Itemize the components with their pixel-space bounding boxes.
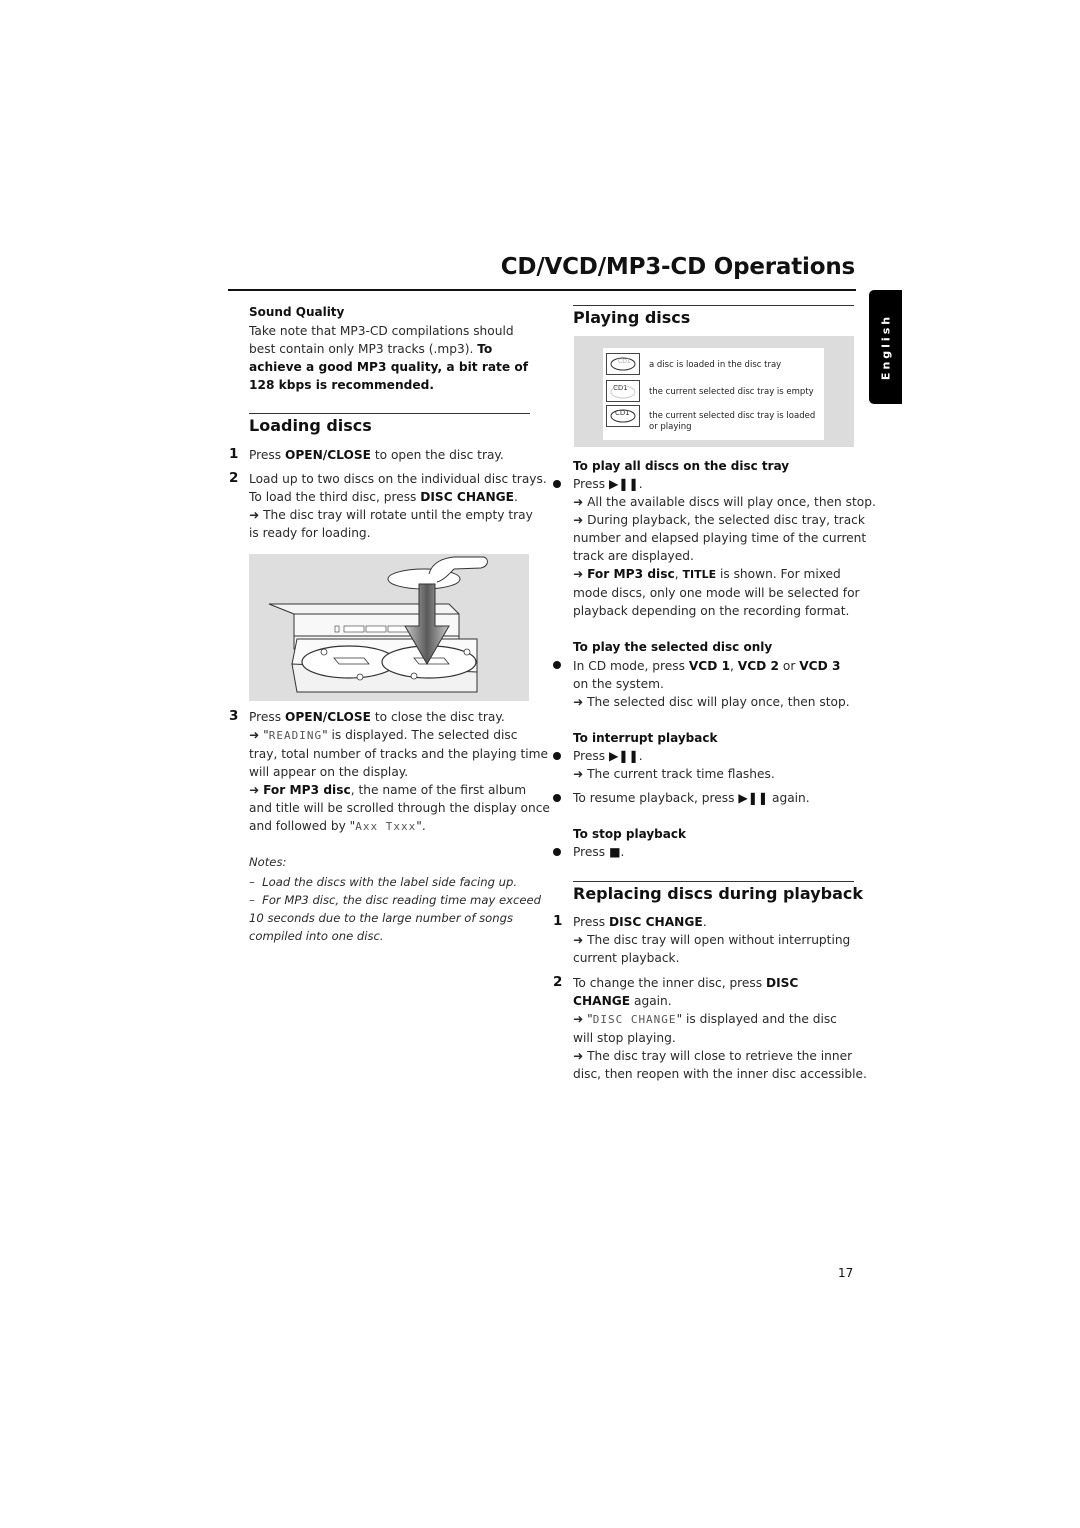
- lcd-disc-change-text: DISC CHANGE: [592, 1013, 677, 1026]
- arrow-icon: ➜: [573, 567, 584, 581]
- section-rule: [573, 881, 854, 882]
- page-number: 17: [838, 1266, 854, 1280]
- replacing-step-2: To change the inner disc, press DISC CHA…: [573, 976, 867, 1081]
- bullet-icon: [553, 752, 561, 760]
- notes-label: Notes:: [249, 855, 287, 869]
- play-all-heading: To play all discs on the disc tray: [573, 459, 790, 473]
- loading-step-1: Press OPEN/CLOSE to open the disc tray.: [249, 448, 504, 462]
- arrow-icon: ➜: [249, 508, 260, 522]
- disc-loading-illustration: [249, 554, 529, 701]
- bullet-icon: [553, 794, 561, 802]
- sound-quality-heading: Sound Quality: [249, 305, 345, 319]
- loading-discs-heading: Loading discs: [249, 416, 372, 435]
- bullet-icon: [553, 661, 561, 669]
- section-rule: [573, 305, 854, 306]
- step-number: 1: [553, 913, 563, 929]
- arrow-icon: ➜: [249, 728, 260, 742]
- sq-line: Take note that MP3-CD compilations shoul…: [249, 324, 514, 338]
- stop-instruction: Press ■.: [573, 845, 625, 859]
- title-rule: [228, 289, 856, 291]
- arrow-icon: ➜: [573, 695, 584, 709]
- cd1-disc-loaded-icon: CD1: [606, 353, 640, 375]
- arrow-icon: ➜: [573, 495, 584, 509]
- playing-discs-heading: Playing discs: [573, 308, 691, 327]
- bullet-icon: [553, 480, 561, 488]
- stop-heading: To stop playback: [573, 827, 686, 841]
- sq-line-bold: 128 kbps is recommended.: [249, 378, 434, 392]
- replacing-step-1: Press DISC CHANGE. ➜ The disc tray will …: [573, 915, 851, 965]
- arrow-icon: ➜: [573, 933, 584, 947]
- play-selected-heading: To play the selected disc only: [573, 640, 773, 654]
- loading-step-2: Load up to two discs on the individual d…: [249, 472, 547, 540]
- section-rule: [249, 413, 530, 414]
- cd-tray-drawing: [268, 556, 488, 693]
- interrupt-instructions: Press ▶❚❚. ➜ The current track time flas…: [573, 749, 775, 781]
- notes: Notes: – Load the discs with the label s…: [249, 855, 541, 943]
- play-pause-icon: ▶❚❚: [608, 477, 639, 491]
- sq-line-bold: achieve a good MP3 quality, a bit rate o…: [249, 360, 529, 374]
- cd1-loaded-playing-icon: CD1: [606, 405, 640, 427]
- sq-line: best contain only MP3 tracks (.mp3). To: [249, 342, 493, 356]
- arrow-icon: ➜: [573, 1012, 584, 1026]
- cd1-empty-icon: CD1: [606, 380, 640, 402]
- stop-icon: ■: [608, 845, 621, 859]
- loading-step-3: Press OPEN/CLOSE to close the disc tray.…: [249, 710, 550, 833]
- interrupt-heading: To interrupt playback: [573, 731, 718, 745]
- language-tab-label: English: [879, 313, 892, 381]
- play-all-instructions: Press ▶❚❚. ➜ All the available discs wil…: [573, 477, 876, 618]
- play-pause-icon: ▶❚❚: [738, 791, 769, 805]
- lcd-axx-text: Axx Txxx: [355, 820, 417, 833]
- language-tab: English: [869, 290, 902, 404]
- note-item: Load the discs with the label side facin…: [262, 875, 518, 889]
- arrow-icon: ➜: [573, 513, 584, 527]
- page-title: CD/VCD/MP3-CD Operations: [500, 254, 855, 280]
- bullet-icon: [553, 848, 561, 856]
- step-number: 2: [229, 470, 239, 486]
- arrow-icon: ➜: [573, 767, 584, 781]
- svg-text:CD1: CD1: [613, 384, 628, 392]
- play-pause-icon: ▶❚❚: [608, 749, 639, 763]
- icon-legend-panel: CD1 a disc is loaded in the disc tray CD…: [603, 348, 824, 440]
- svg-text:CD1: CD1: [618, 358, 631, 365]
- play-selected-instructions: In CD mode, press VCD 1, VCD 2 or VCD 3 …: [573, 659, 850, 709]
- step-number: 1: [229, 446, 239, 462]
- svg-text:CD1: CD1: [615, 409, 630, 417]
- replacing-discs-heading: Replacing discs during playback: [573, 884, 864, 903]
- step-number: 2: [553, 974, 563, 990]
- arrow-icon: ➜: [249, 783, 260, 797]
- arrow-icon: ➜: [573, 1049, 584, 1063]
- step-number: 3: [229, 708, 239, 724]
- resume-instruction: To resume playback, press ▶❚❚ again.: [573, 791, 810, 805]
- lcd-reading-text: READING: [268, 729, 323, 742]
- note-item: For MP3 disc, the disc reading time may …: [262, 893, 541, 907]
- sound-quality-text: Take note that MP3-CD compilations shoul…: [249, 322, 539, 394]
